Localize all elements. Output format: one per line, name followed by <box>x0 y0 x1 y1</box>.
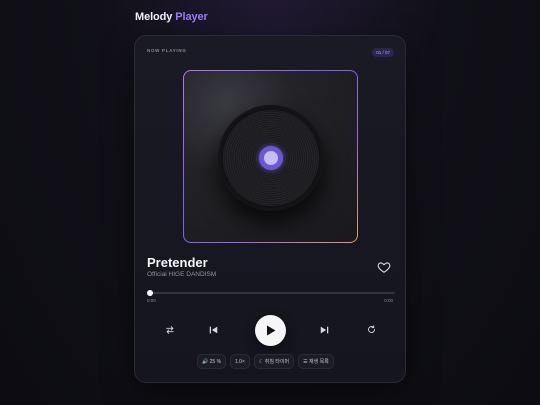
player-card: NOW PLAYING 01 / 07 Pretender Official H… <box>134 35 406 383</box>
heart-icon[interactable] <box>377 260 391 274</box>
repeat-icon[interactable] <box>367 325 376 336</box>
skip-next-icon[interactable] <box>319 325 330 337</box>
progress-handle[interactable] <box>147 290 153 296</box>
song-artist: Official HIGE DANDISM <box>147 271 217 278</box>
shuffle-icon[interactable] <box>165 325 175 337</box>
playback-speed-button[interactable]: 1.0× <box>230 354 250 369</box>
sleep-timer-button[interactable]: ☾ 취침 타이머 <box>253 354 295 369</box>
song-title: Pretender <box>147 255 208 270</box>
current-time: 0:00 <box>147 298 156 303</box>
app-title-primary: Melody <box>135 11 173 23</box>
play-button[interactable] <box>255 315 286 346</box>
progress-bar[interactable] <box>149 292 395 294</box>
app-title-accent: Player <box>175 11 208 23</box>
album-art-inner <box>184 71 357 242</box>
skip-previous-icon[interactable] <box>208 325 219 337</box>
now-playing-label: NOW PLAYING <box>147 48 187 53</box>
app-title: Melody Player <box>135 11 208 23</box>
total-time: 0:00 <box>384 298 393 303</box>
track-counter-badge: 01 / 07 <box>372 48 394 57</box>
player-options: 🔊 25 % 1.0× ☾ 취침 타이머 ☰ 재생 목록 <box>197 354 334 369</box>
playlist-button[interactable]: ☰ 재생 목록 <box>298 354 334 369</box>
volume-button[interactable]: 🔊 25 % <box>197 354 227 369</box>
album-art <box>183 70 358 243</box>
vinyl-center <box>264 151 278 165</box>
play-icon <box>267 325 276 336</box>
